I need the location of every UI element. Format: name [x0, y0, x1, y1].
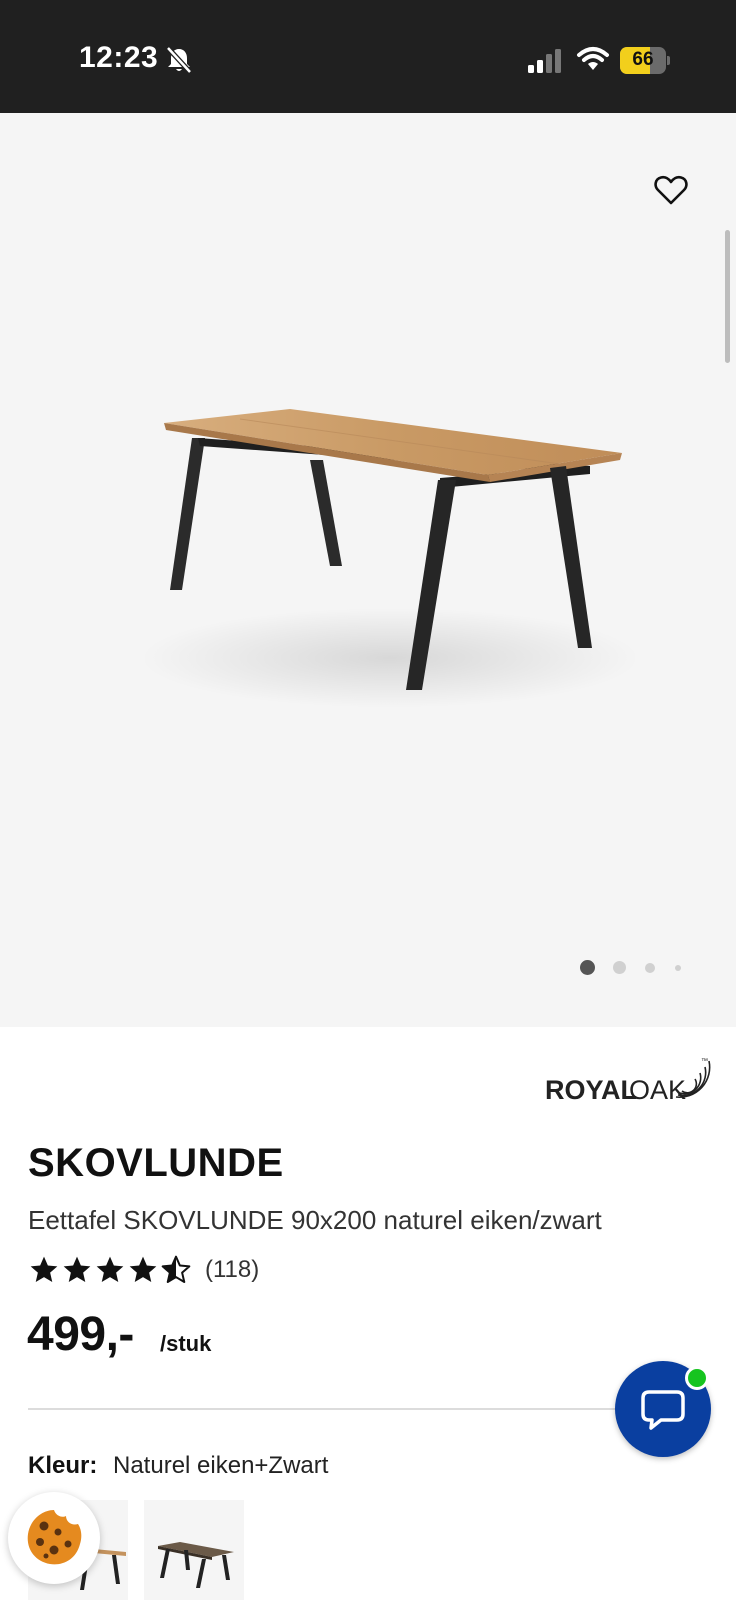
- colour-label: Kleur:: [28, 1452, 98, 1479]
- wifi-icon: [577, 47, 609, 70]
- status-bar: 12:23 66: [0, 0, 736, 113]
- product-subtitle: Eettafel SKOVLUNDE 90x200 naturel eiken/…: [28, 1205, 602, 1235]
- star-full-icon: [63, 1256, 91, 1282]
- signal-icon: [528, 49, 561, 73]
- star-full-icon: [96, 1256, 124, 1282]
- brand-logo: ROYAL OAK ™: [545, 1058, 711, 1105]
- pagination-dot-active[interactable]: [580, 960, 595, 975]
- review-count[interactable]: (118): [205, 1256, 259, 1284]
- colour-swatch-donker-zwart[interactable]: [144, 1500, 244, 1600]
- svg-text:ROYAL: ROYAL: [545, 1075, 637, 1105]
- product-title: SKOVLUNDE: [28, 1141, 284, 1185]
- battery-level: 66: [632, 49, 654, 70]
- chat-bubble-icon: [641, 1390, 685, 1430]
- status-time: 12:23: [79, 41, 159, 74]
- colour-value: Naturel eiken+Zwart: [113, 1452, 329, 1479]
- star-full-icon: [129, 1256, 157, 1282]
- product-rating[interactable]: (118): [28, 1254, 259, 1286]
- table-image: [140, 409, 640, 708]
- chat-online-indicator: [685, 1366, 709, 1390]
- pagination-dot[interactable]: [613, 961, 626, 974]
- product-price: 499,-: [27, 1308, 134, 1361]
- svg-text:OAK: OAK: [629, 1075, 686, 1105]
- product-image-gallery[interactable]: [0, 113, 736, 1027]
- price-unit: /stuk: [160, 1331, 212, 1356]
- bell-off-icon: [166, 46, 192, 74]
- gallery-pagination: [578, 958, 688, 978]
- pagination-dot[interactable]: [645, 963, 655, 973]
- battery-icon: 66: [620, 47, 670, 74]
- star-half-icon: [161, 1255, 191, 1283]
- swatch-table-image: [158, 1542, 234, 1588]
- heart-icon: [654, 175, 688, 205]
- cookie-settings-button[interactable]: [8, 1492, 100, 1584]
- cookie-icon: [27, 1510, 82, 1565]
- favorite-button[interactable]: [650, 169, 692, 211]
- svg-text:™: ™: [701, 1058, 708, 1065]
- pagination-dot[interactable]: [675, 965, 681, 971]
- divider: [28, 1408, 618, 1410]
- gallery-scrollbar[interactable]: [725, 230, 730, 363]
- star-full-icon: [30, 1256, 58, 1282]
